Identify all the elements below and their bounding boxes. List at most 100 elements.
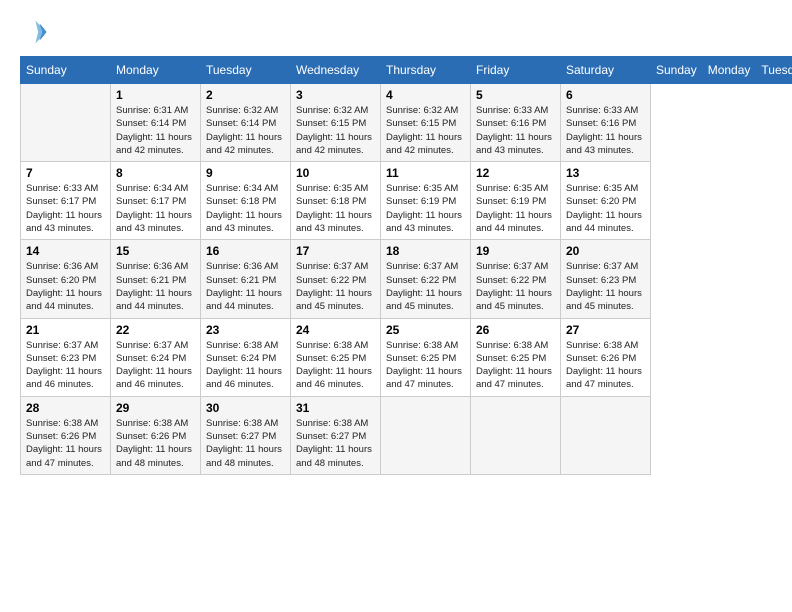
calendar-cell — [381, 396, 471, 474]
day-number: 19 — [476, 244, 555, 258]
day-number: 8 — [116, 166, 195, 180]
day-number: 11 — [386, 166, 465, 180]
day-number: 9 — [206, 166, 285, 180]
header — [20, 18, 772, 46]
calendar-cell: 29 Sunrise: 6:38 AM Sunset: 6:26 PM Dayli… — [111, 396, 201, 474]
day-info: Sunrise: 6:35 AM Sunset: 6:19 PM Dayligh… — [386, 182, 465, 235]
logo-icon — [20, 18, 48, 46]
calendar-cell: 21 Sunrise: 6:37 AM Sunset: 6:23 PM Dayli… — [21, 318, 111, 396]
day-info: Sunrise: 6:35 AM Sunset: 6:20 PM Dayligh… — [566, 182, 645, 235]
day-info: Sunrise: 6:37 AM Sunset: 6:22 PM Dayligh… — [296, 260, 375, 313]
day-info: Sunrise: 6:38 AM Sunset: 6:26 PM Dayligh… — [116, 417, 195, 470]
day-info: Sunrise: 6:32 AM Sunset: 6:15 PM Dayligh… — [386, 104, 465, 157]
day-number: 18 — [386, 244, 465, 258]
week-row-2: 7Sunrise: 6:33 AM Sunset: 6:17 PM Daylig… — [21, 162, 792, 240]
calendar-cell: 19 Sunrise: 6:37 AM Sunset: 6:22 PM Dayli… — [471, 240, 561, 318]
day-number: 20 — [566, 244, 645, 258]
calendar-cell: 7Sunrise: 6:33 AM Sunset: 6:17 PM Daylig… — [21, 162, 111, 240]
calendar-cell — [21, 84, 111, 162]
logo — [20, 18, 52, 46]
day-info: Sunrise: 6:36 AM Sunset: 6:20 PM Dayligh… — [26, 260, 105, 313]
calendar-cell: 12Sunrise: 6:35 AM Sunset: 6:19 PM Dayli… — [471, 162, 561, 240]
calendar-cell: 10 Sunrise: 6:35 AM Sunset: 6:18 PM Dayli… — [291, 162, 381, 240]
day-info: Sunrise: 6:37 AM Sunset: 6:23 PM Dayligh… — [26, 339, 105, 392]
calendar-cell: 4 Sunrise: 6:32 AM Sunset: 6:15 PM Daylig… — [381, 84, 471, 162]
day-number: 4 — [386, 88, 465, 102]
day-info: Sunrise: 6:38 AM Sunset: 6:27 PM Dayligh… — [206, 417, 285, 470]
header-row: SundayMondayTuesdayWednesdayThursdayFrid… — [21, 57, 792, 84]
calendar-cell: 16Sunrise: 6:36 AM Sunset: 6:21 PM Dayli… — [201, 240, 291, 318]
week-row-5: 28 Sunrise: 6:38 AM Sunset: 6:26 PM Dayli… — [21, 396, 792, 474]
calendar-cell: 24Sunrise: 6:38 AM Sunset: 6:25 PM Dayli… — [291, 318, 381, 396]
day-info: Sunrise: 6:32 AM Sunset: 6:14 PM Dayligh… — [206, 104, 285, 157]
calendar-cell — [471, 396, 561, 474]
day-info: Sunrise: 6:34 AM Sunset: 6:18 PM Dayligh… — [206, 182, 285, 235]
day-header-thursday: Thursday — [381, 57, 471, 84]
day-number: 16 — [206, 244, 285, 258]
day-number: 17 — [296, 244, 375, 258]
day-header-monday: Monday — [702, 57, 756, 84]
calendar-cell: 17 Sunrise: 6:37 AM Sunset: 6:22 PM Dayli… — [291, 240, 381, 318]
day-info: Sunrise: 6:36 AM Sunset: 6:21 PM Dayligh… — [116, 260, 195, 313]
day-number: 30 — [206, 401, 285, 415]
calendar-cell — [561, 396, 651, 474]
calendar-cell: 1Sunrise: 6:31 AM Sunset: 6:14 PM Daylig… — [111, 84, 201, 162]
day-info: Sunrise: 6:38 AM Sunset: 6:27 PM Dayligh… — [296, 417, 375, 470]
calendar-cell: 27Sunrise: 6:38 AM Sunset: 6:26 PM Dayli… — [561, 318, 651, 396]
day-header-saturday: Saturday — [561, 57, 651, 84]
day-info: Sunrise: 6:37 AM Sunset: 6:23 PM Dayligh… — [566, 260, 645, 313]
week-row-1: 1Sunrise: 6:31 AM Sunset: 6:14 PM Daylig… — [21, 84, 792, 162]
calendar-cell: 26Sunrise: 6:38 AM Sunset: 6:25 PM Dayli… — [471, 318, 561, 396]
day-number: 10 — [296, 166, 375, 180]
day-info: Sunrise: 6:35 AM Sunset: 6:19 PM Dayligh… — [476, 182, 555, 235]
day-info: Sunrise: 6:32 AM Sunset: 6:15 PM Dayligh… — [296, 104, 375, 157]
day-info: Sunrise: 6:38 AM Sunset: 6:25 PM Dayligh… — [386, 339, 465, 392]
calendar-cell: 8 Sunrise: 6:34 AM Sunset: 6:17 PM Daylig… — [111, 162, 201, 240]
day-info: Sunrise: 6:38 AM Sunset: 6:25 PM Dayligh… — [476, 339, 555, 392]
day-number: 24 — [296, 323, 375, 337]
day-info: Sunrise: 6:37 AM Sunset: 6:24 PM Dayligh… — [116, 339, 195, 392]
calendar-cell: 22Sunrise: 6:37 AM Sunset: 6:24 PM Dayli… — [111, 318, 201, 396]
week-row-3: 14Sunrise: 6:36 AM Sunset: 6:20 PM Dayli… — [21, 240, 792, 318]
calendar-cell: 18 Sunrise: 6:37 AM Sunset: 6:22 PM Dayli… — [381, 240, 471, 318]
day-header-wednesday: Wednesday — [291, 57, 381, 84]
day-number: 31 — [296, 401, 375, 415]
calendar-table: SundayMondayTuesdayWednesdayThursdayFrid… — [20, 56, 792, 475]
day-info: Sunrise: 6:38 AM Sunset: 6:24 PM Dayligh… — [206, 339, 285, 392]
day-header-sunday: Sunday — [21, 57, 111, 84]
day-number: 5 — [476, 88, 555, 102]
calendar-cell: 25 Sunrise: 6:38 AM Sunset: 6:25 PM Dayli… — [381, 318, 471, 396]
day-number: 2 — [206, 88, 285, 102]
day-number: 1 — [116, 88, 195, 102]
calendar-cell: 15 Sunrise: 6:36 AM Sunset: 6:21 PM Dayli… — [111, 240, 201, 318]
day-number: 13 — [566, 166, 645, 180]
day-number: 25 — [386, 323, 465, 337]
day-header-tuesday: Tuesday — [201, 57, 291, 84]
calendar-cell: 2 Sunrise: 6:32 AM Sunset: 6:14 PM Daylig… — [201, 84, 291, 162]
page: SundayMondayTuesdayWednesdayThursdayFrid… — [0, 0, 792, 612]
day-number: 3 — [296, 88, 375, 102]
day-info: Sunrise: 6:34 AM Sunset: 6:17 PM Dayligh… — [116, 182, 195, 235]
day-header-tuesday: Tuesday — [756, 57, 792, 84]
week-row-4: 21 Sunrise: 6:37 AM Sunset: 6:23 PM Dayli… — [21, 318, 792, 396]
calendar-cell: 30 Sunrise: 6:38 AM Sunset: 6:27 PM Dayli… — [201, 396, 291, 474]
day-number: 29 — [116, 401, 195, 415]
calendar-cell: 6Sunrise: 6:33 AM Sunset: 6:16 PM Daylig… — [561, 84, 651, 162]
day-info: Sunrise: 6:33 AM Sunset: 6:17 PM Dayligh… — [26, 182, 105, 235]
day-info: Sunrise: 6:33 AM Sunset: 6:16 PM Dayligh… — [476, 104, 555, 157]
day-number: 23 — [206, 323, 285, 337]
calendar-cell: 3 Sunrise: 6:32 AM Sunset: 6:15 PM Daylig… — [291, 84, 381, 162]
day-info: Sunrise: 6:35 AM Sunset: 6:18 PM Dayligh… — [296, 182, 375, 235]
day-info: Sunrise: 6:37 AM Sunset: 6:22 PM Dayligh… — [476, 260, 555, 313]
day-header-monday: Monday — [111, 57, 201, 84]
day-number: 6 — [566, 88, 645, 102]
day-number: 21 — [26, 323, 105, 337]
day-header-friday: Friday — [471, 57, 561, 84]
day-number: 28 — [26, 401, 105, 415]
day-info: Sunrise: 6:37 AM Sunset: 6:22 PM Dayligh… — [386, 260, 465, 313]
calendar-cell: 9 Sunrise: 6:34 AM Sunset: 6:18 PM Daylig… — [201, 162, 291, 240]
day-header-sunday: Sunday — [651, 57, 703, 84]
day-info: Sunrise: 6:38 AM Sunset: 6:26 PM Dayligh… — [26, 417, 105, 470]
day-number: 15 — [116, 244, 195, 258]
calendar-cell: 13 Sunrise: 6:35 AM Sunset: 6:20 PM Dayli… — [561, 162, 651, 240]
